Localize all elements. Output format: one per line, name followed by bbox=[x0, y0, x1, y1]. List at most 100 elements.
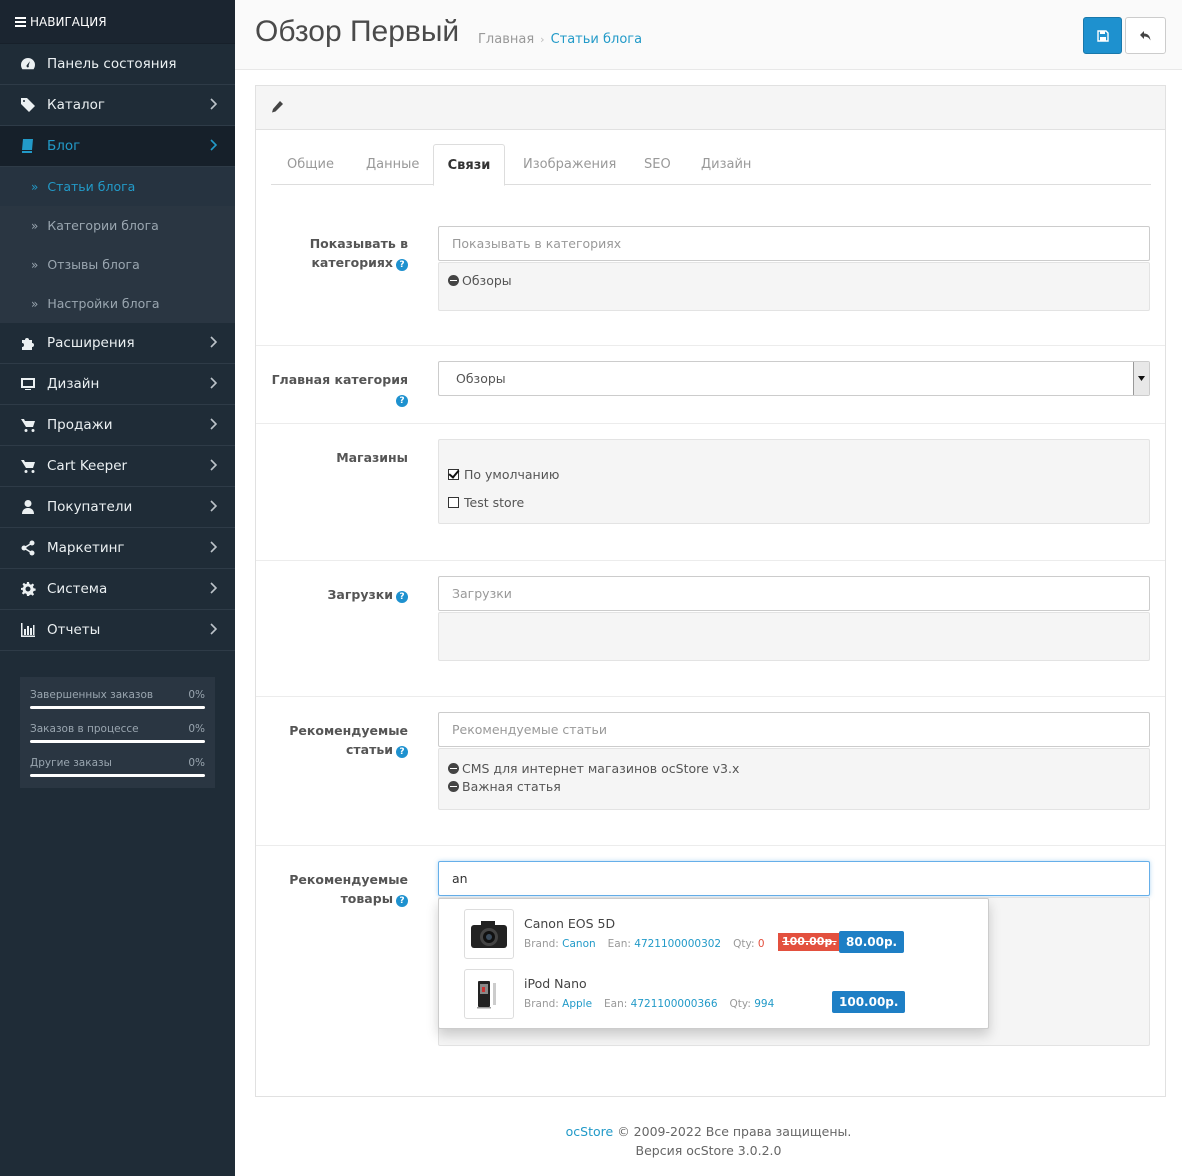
ean-value: 4721100000302 bbox=[634, 938, 722, 950]
back-button[interactable] bbox=[1125, 17, 1166, 54]
progress-bar bbox=[30, 774, 205, 777]
label-related-articles: Рекомендуемые статьи? bbox=[258, 721, 408, 759]
brand-label: Brand: bbox=[524, 938, 559, 950]
tab-data[interactable]: Данные bbox=[366, 144, 419, 185]
sidebar-item-cart-keeper[interactable]: Cart Keeper bbox=[0, 446, 235, 487]
tabs: Общие Данные Связи Изображения SEO Дизай… bbox=[271, 144, 1151, 186]
chevron-right-icon bbox=[210, 500, 218, 512]
save-button[interactable] bbox=[1083, 17, 1122, 54]
help-icon[interactable]: ? bbox=[396, 895, 408, 907]
main-category-select[interactable]: Обзоры bbox=[438, 361, 1150, 396]
chevron-right-icon bbox=[210, 98, 218, 110]
progress-bar bbox=[30, 740, 205, 743]
sidebar-subitem-label: Отзывы блога bbox=[47, 257, 140, 272]
ean-label: Ean: bbox=[607, 938, 631, 950]
desktop-icon bbox=[19, 376, 36, 393]
remove-icon[interactable] bbox=[448, 274, 459, 286]
checkbox[interactable] bbox=[448, 496, 459, 508]
product-name: Canon EOS 5D bbox=[524, 916, 616, 931]
sidebar-item-dashboard[interactable]: Панель состояния bbox=[0, 44, 235, 85]
bar-chart-icon bbox=[19, 622, 36, 639]
downloads-list bbox=[438, 612, 1150, 661]
chevron-right-icon bbox=[210, 139, 218, 151]
puzzle-icon bbox=[19, 335, 36, 352]
autocomplete-dropdown: Canon EOS 5D Brand: Canon Ean: 4721100000… bbox=[438, 898, 989, 1029]
tab-images[interactable]: Изображения bbox=[523, 144, 616, 185]
floppy-icon bbox=[1096, 29, 1109, 42]
qty-value: 994 bbox=[754, 998, 775, 1010]
raquo-icon: » bbox=[31, 296, 39, 311]
autocomplete-item[interactable]: iPod Nano Brand: Apple Ean: 4721100000366… bbox=[464, 969, 984, 1019]
sidebar-item-customers[interactable]: Покупатели bbox=[0, 487, 235, 528]
sidebar-item-reports[interactable]: Отчеты bbox=[0, 610, 235, 651]
sidebar-item-catalog[interactable]: Каталог bbox=[0, 85, 235, 126]
price: 100.00р. bbox=[832, 991, 906, 1013]
remove-icon[interactable] bbox=[448, 762, 459, 774]
progress-bar bbox=[30, 706, 205, 709]
store-option-test[interactable]: Test store bbox=[439, 488, 1149, 516]
row-show-in-categories: Показывать в категориях? Показывать в ка… bbox=[256, 201, 1165, 346]
list-item: CMS для интернет магазинов ocStore v3.x bbox=[439, 759, 1149, 777]
help-icon[interactable]: ? bbox=[396, 259, 408, 271]
sidebar-subitem-blog-settings[interactable]: » Настройки блога bbox=[0, 284, 235, 323]
sidebar-item-extensions[interactable]: Расширения bbox=[0, 323, 235, 364]
list-item-label: Обзоры bbox=[462, 272, 512, 288]
breadcrumb-articles[interactable]: Статьи блога bbox=[551, 32, 643, 47]
panel-heading bbox=[256, 86, 1165, 130]
user-icon bbox=[19, 499, 36, 516]
price: 80.00р. bbox=[839, 931, 905, 953]
help-icon[interactable]: ? bbox=[396, 746, 408, 758]
sidebar-subitem-blog-articles[interactable]: » Статьи блога bbox=[0, 167, 235, 206]
page-header: Обзор Первый Главная › Статьи блога bbox=[235, 0, 1182, 70]
qty-label: Qty: bbox=[733, 938, 755, 950]
store-option-default[interactable]: По умолчанию bbox=[439, 460, 1149, 488]
list-item-label: CMS для интернет магазинов ocStore v3.x bbox=[462, 760, 740, 776]
sidebar-item-label: Cart Keeper bbox=[47, 458, 128, 474]
raquo-icon: » bbox=[31, 218, 39, 233]
tab-design[interactable]: Дизайн bbox=[701, 144, 751, 185]
footer: ocStore © 2009-2022 Все права защищены. … bbox=[235, 1122, 1182, 1160]
sidebar-item-label: Отчеты bbox=[47, 622, 101, 638]
sidebar-item-blog[interactable]: Блог bbox=[0, 126, 235, 167]
label-downloads: Загрузки? bbox=[258, 585, 408, 604]
chevron-right-icon bbox=[210, 541, 218, 553]
sidebar-item-sales[interactable]: Продажи bbox=[0, 405, 235, 446]
remove-icon[interactable] bbox=[448, 780, 459, 792]
sidebar-item-label: Покупатели bbox=[47, 499, 133, 515]
pencil-icon bbox=[272, 101, 283, 113]
footer-brand-link[interactable]: ocStore bbox=[566, 1124, 614, 1139]
show-in-categories-input[interactable]: Показывать в категориях bbox=[438, 226, 1150, 261]
related-products-input[interactable]: an bbox=[438, 861, 1150, 896]
ipod-icon bbox=[477, 981, 496, 1009]
brand-label: Brand: bbox=[524, 998, 559, 1010]
label-main-category: Главная категория? bbox=[258, 370, 408, 408]
main-content: Обзор Первый Главная › Статьи блога Общие … bbox=[235, 0, 1182, 1176]
sidebar-subitem-blog-reviews[interactable]: » Отзывы блога bbox=[0, 245, 235, 284]
field-label: Главная категория bbox=[271, 372, 408, 387]
dashboard-icon bbox=[19, 56, 36, 73]
nav-header[interactable]: НАВИГАЦИЯ bbox=[0, 0, 235, 44]
tab-links[interactable]: Связи bbox=[433, 144, 505, 186]
downloads-input[interactable]: Загрузки bbox=[438, 576, 1150, 611]
checkbox[interactable] bbox=[448, 468, 459, 480]
help-icon[interactable]: ? bbox=[396, 591, 408, 603]
sidebar-item-label: Продажи bbox=[47, 417, 113, 433]
stat-label: Завершенных заказов bbox=[30, 689, 154, 701]
sidebar-item-system[interactable]: Система bbox=[0, 569, 235, 610]
sidebar-item-label: Маркетинг bbox=[47, 540, 125, 556]
stat-completed: Завершенных заказов 0% bbox=[30, 687, 205, 721]
stat-label: Заказов в процессе bbox=[30, 723, 139, 735]
brand-value: Apple bbox=[562, 998, 593, 1010]
label-show-in-categories: Показывать в категориях? bbox=[258, 234, 408, 272]
sidebar-item-marketing[interactable]: Маркетинг bbox=[0, 528, 235, 569]
help-icon[interactable]: ? bbox=[396, 395, 408, 407]
raquo-icon: » bbox=[31, 179, 39, 194]
tab-seo[interactable]: SEO bbox=[644, 144, 671, 185]
stores-list: По умолчанию Test store bbox=[438, 439, 1150, 524]
sidebar-item-design[interactable]: Дизайн bbox=[0, 364, 235, 405]
tab-general[interactable]: Общие bbox=[287, 144, 334, 185]
related-articles-input[interactable]: Рекомендуемые статьи bbox=[438, 712, 1150, 747]
sidebar-subitem-blog-categories[interactable]: » Категории блога bbox=[0, 206, 235, 245]
autocomplete-item[interactable]: Canon EOS 5D Brand: Canon Ean: 4721100000… bbox=[464, 909, 984, 959]
breadcrumb-home[interactable]: Главная bbox=[478, 32, 534, 47]
